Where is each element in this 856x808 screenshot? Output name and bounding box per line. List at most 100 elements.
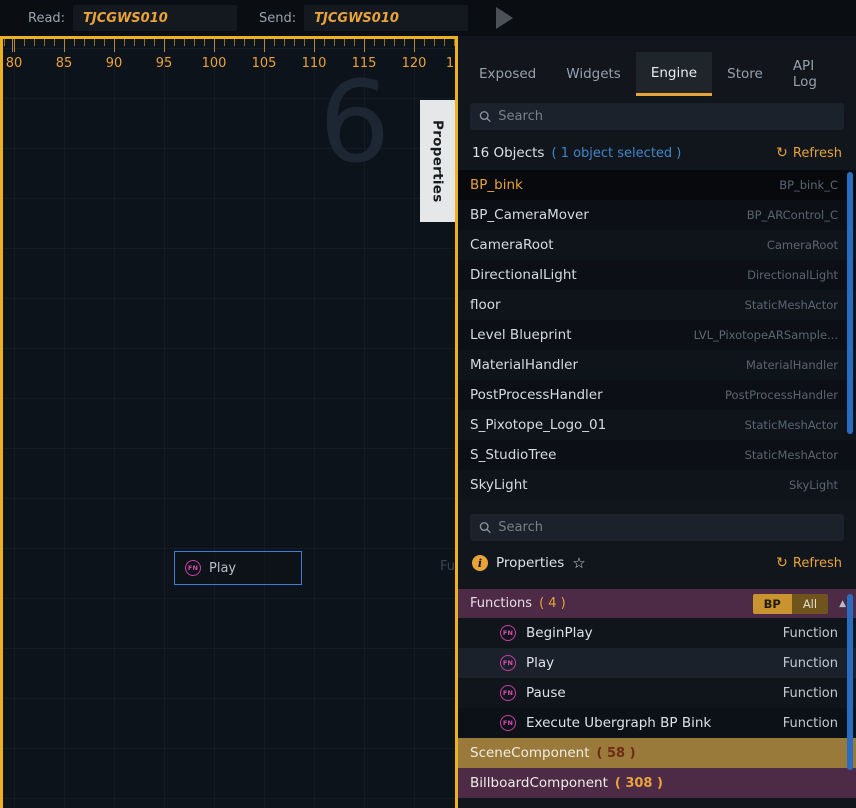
viewport-canvas[interactable]: 80 85 90 95 100 105 110 115 120 1 6 Prop… (0, 36, 458, 808)
table-row[interactable]: SkyLight SkyLight (458, 470, 856, 500)
refresh-icon: ↻ (776, 555, 788, 571)
ruler-number: 85 (49, 56, 79, 71)
object-name: S_Pixotope_Logo_01 (470, 417, 606, 433)
function-row[interactable]: FN Play Function (458, 648, 856, 678)
function-row[interactable]: FN Pause Function (458, 678, 856, 708)
object-name: DirectionalLight (470, 267, 577, 283)
read-label: Read: (28, 11, 65, 26)
section-count: ( 58 ) (597, 746, 636, 761)
function-type: Function (783, 716, 838, 731)
section-title: SceneComponent (470, 745, 590, 761)
clipped-function-text: Fun (440, 559, 458, 574)
play-chip-label: Play (209, 561, 236, 576)
read-input[interactable] (73, 5, 237, 31)
properties-search-input[interactable] (498, 520, 835, 535)
fn-icon: FN (500, 655, 516, 671)
properties-refresh-button[interactable]: ↻ Refresh (776, 555, 842, 571)
fn-icon: FN (185, 560, 201, 576)
object-name: S_StudioTree (470, 447, 556, 463)
object-name: Level Blueprint (470, 327, 572, 343)
refresh-label: Refresh (793, 556, 842, 571)
info-icon[interactable]: i (472, 555, 488, 571)
filter-bp-button[interactable]: BP (753, 594, 792, 614)
function-name: Play (526, 655, 554, 671)
side-panel: Exposed Widgets Engine Store API Log 16 … (458, 36, 856, 808)
ruler-number: 100 (199, 56, 229, 71)
function-type: Function (783, 626, 838, 641)
functions-title: Functions (470, 596, 532, 611)
object-class: LVL_PixotopeARSample... (694, 328, 838, 342)
object-class: BP_bink_C (779, 178, 838, 192)
object-class: SkyLight (789, 478, 838, 492)
background-digit: 6 (319, 67, 390, 179)
star-icon[interactable]: ☆ (572, 554, 585, 572)
object-name: PostProcessHandler (470, 387, 603, 403)
tab-exposed[interactable]: Exposed (464, 52, 551, 96)
table-row[interactable]: floor StaticMeshActor (458, 290, 856, 320)
section-count: ( 308 ) (615, 776, 663, 791)
objects-selected-count: ( 1 object selected ) (551, 146, 681, 161)
table-row[interactable]: S_Pixotope_Logo_01 StaticMeshActor (458, 410, 856, 440)
properties-header: i Properties ☆ ↻ Refresh (458, 547, 856, 579)
send-input[interactable] (304, 5, 468, 31)
fn-icon: FN (500, 625, 516, 641)
properties-side-tab[interactable]: Properties (420, 100, 455, 222)
ruler-major-ticks (3, 39, 455, 52)
refresh-label: Refresh (793, 146, 842, 161)
play-icon[interactable] (496, 7, 513, 29)
objects-search[interactable] (470, 103, 844, 130)
object-class: BP_ARControl_C (747, 208, 838, 222)
tab-api-log[interactable]: API Log (778, 52, 850, 96)
ruler-number: 120 (399, 56, 429, 71)
object-class: PostProcessHandler (725, 388, 838, 402)
bp-all-toggle: BP All (753, 594, 828, 614)
functions-count: ( 4 ) (539, 596, 566, 611)
ruler-number: 90 (99, 56, 129, 71)
object-class: DirectionalLight (747, 268, 838, 282)
scene-component-section-header[interactable]: SceneComponent ( 58 ) (458, 738, 856, 768)
properties-panel-scrollbar[interactable] (847, 594, 853, 770)
table-row[interactable]: S_StudioTree StaticMeshActor (458, 440, 856, 470)
object-name: CameraRoot (470, 237, 554, 253)
search-icon (479, 521, 491, 534)
table-row[interactable]: DirectionalLight DirectionalLight (458, 260, 856, 290)
object-name: floor (470, 297, 501, 313)
tab-engine[interactable]: Engine (636, 52, 712, 96)
ruler-number: 95 (149, 56, 179, 71)
object-list: BP_bink BP_bink_C BP_CameraMover BP_ARCo… (458, 170, 856, 500)
play-function-chip[interactable]: FN Play (174, 551, 302, 585)
collapse-arrow-icon[interactable]: ▲ (839, 599, 846, 609)
ruler-number: 1 (435, 56, 458, 71)
function-row[interactable]: FN BeginPlay Function (458, 618, 856, 648)
table-row[interactable]: PostProcessHandler PostProcessHandler (458, 380, 856, 410)
fn-icon: FN (500, 685, 516, 701)
filter-all-button[interactable]: All (792, 594, 828, 614)
object-class: StaticMeshActor (745, 418, 838, 432)
search-icon (479, 110, 491, 123)
table-row[interactable]: MaterialHandler MaterialHandler (458, 350, 856, 380)
object-class: StaticMeshActor (745, 448, 838, 462)
function-row[interactable]: FN Execute Ubergraph BP Bink Function (458, 708, 856, 738)
tab-widgets[interactable]: Widgets (551, 52, 636, 96)
table-row[interactable]: BP_CameraMover BP_ARControl_C (458, 200, 856, 230)
object-name: SkyLight (470, 477, 528, 493)
objects-search-input[interactable] (498, 109, 835, 124)
objects-refresh-button[interactable]: ↻ Refresh (776, 145, 842, 161)
table-row[interactable]: BP_bink BP_bink_C (458, 170, 856, 200)
tab-store[interactable]: Store (712, 52, 778, 96)
objects-header: 16 Objects ( 1 object selected ) ↻ Refre… (458, 136, 856, 170)
object-list-scrollbar[interactable] (847, 172, 853, 434)
functions-list: FN BeginPlay Function FN Play Function F… (458, 618, 856, 738)
billboard-component-section-header[interactable]: BillboardComponent ( 308 ) (458, 768, 856, 798)
table-row[interactable]: CameraRoot CameraRoot (458, 230, 856, 260)
object-name: BP_CameraMover (470, 207, 589, 223)
ruler-number: 80 (0, 56, 29, 71)
functions-section-header[interactable]: Functions ( 4 ) BP All ▲ (458, 589, 856, 618)
function-name: BeginPlay (526, 625, 593, 641)
function-type: Function (783, 656, 838, 671)
function-name: Pause (526, 685, 566, 701)
properties-search[interactable] (470, 514, 844, 541)
object-class: MaterialHandler (746, 358, 838, 372)
table-row[interactable]: Level Blueprint LVL_PixotopeARSample... (458, 320, 856, 350)
refresh-icon: ↻ (776, 145, 788, 161)
